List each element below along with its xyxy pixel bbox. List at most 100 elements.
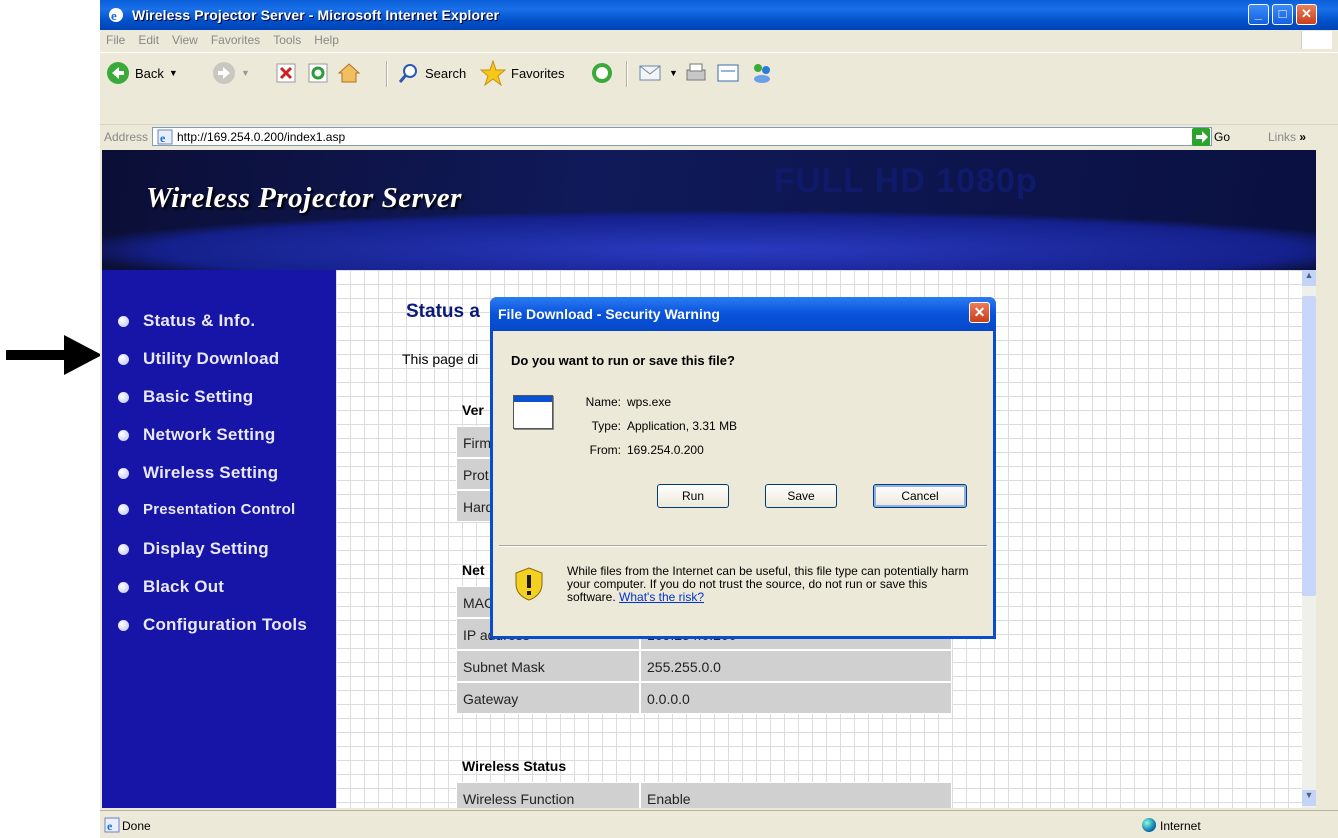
mail-dropdown-icon: ▼ [669,68,678,78]
nav-status-info[interactable]: Status & Info. [118,311,255,331]
file-name: wps.exe [627,395,672,409]
section-wireless: Wireless Status [462,758,567,774]
forward-dropdown-icon: ▼ [241,68,250,78]
refresh-button[interactable] [308,59,328,87]
row-key: Subnet Mask [456,650,640,682]
nav-presentation-control[interactable]: Presentation Control [118,501,295,518]
field-label: Name: [585,395,621,409]
svg-text:e: e [160,131,166,145]
favorites-label: Favorites [511,65,565,81]
table-row: Gateway 0.0.0.0 [456,682,952,714]
history-button[interactable] [590,59,614,87]
back-label: Back [135,65,164,81]
messenger-icon [754,64,770,83]
go-button[interactable]: Go [1192,128,1230,146]
status-text: Done [122,819,151,833]
edit-button[interactable] [716,59,740,87]
back-arrow-icon [107,62,129,84]
favorites-button[interactable]: Favorites [480,59,564,87]
row-key: Gateway [456,682,640,714]
sidebar-nav: Status & Info. Utility Download Basic Se… [102,270,336,808]
warning-shield-icon [515,567,543,601]
scroll-down-icon[interactable]: ▼ [1302,790,1316,806]
title-bar[interactable]: e Wireless Projector Server - Microsoft … [100,0,1338,30]
menu-view[interactable]: View [166,30,205,47]
links-label: Links [1268,130,1297,144]
cancel-button[interactable]: Cancel [873,484,967,508]
file-source: 169.254.0.200 [627,443,704,457]
home-button[interactable] [338,59,360,87]
search-label: Search [425,65,467,81]
nav-utility-download[interactable]: Utility Download [118,349,279,369]
print-button[interactable] [684,59,708,87]
field-label: Type: [591,419,621,433]
search-icon [398,64,417,83]
dialog-title: File Download - Security Warning [498,306,720,322]
table-row: Subnet Mask 255.255.0.0 [456,650,952,682]
nav-configuration-tools[interactable]: Configuration Tools [118,615,307,635]
whats-the-risk-link[interactable]: What's the risk? [619,590,704,604]
nav-black-out[interactable]: Black Out [118,577,224,597]
dialog-body: Do you want to run or save this file? Na… [493,331,993,636]
nav-wireless-setting[interactable]: Wireless Setting [118,463,278,483]
messenger-button[interactable] [750,59,774,87]
nav-label: Network Setting [143,425,276,444]
svg-text:e: e [111,8,117,23]
minimize-button[interactable]: _ [1248,4,1269,25]
maximize-button[interactable]: □ [1272,4,1293,25]
nav-label: Configuration Tools [143,615,308,634]
bullet-icon [118,467,129,479]
file-name-field: Name: wps.exe [553,395,671,409]
page-title: Status a [406,301,480,322]
forward-button[interactable]: ▼ [212,59,250,87]
section-version: Ver [462,402,484,418]
nav-label: Status & Info. [143,311,256,330]
nav-basic-setting[interactable]: Basic Setting [118,387,253,407]
mail-button[interactable]: ▼ [638,59,678,87]
table-row: Wireless Function Enable [456,782,952,808]
menu-file[interactable]: File [100,30,132,47]
close-button[interactable]: ✕ [1296,4,1317,25]
dialog-question: Do you want to run or save this file? [511,353,735,368]
security-zone: Internet [1160,819,1201,833]
row-value: Enable [640,782,952,808]
stop-button[interactable] [276,59,296,87]
menu-tools[interactable]: Tools [267,30,308,47]
bullet-icon [118,353,129,365]
bullet-icon [118,391,129,403]
status-bar: e Done Internet [100,810,1338,838]
save-button[interactable]: Save [765,484,837,508]
run-button[interactable]: Run [657,484,729,508]
back-button[interactable]: Back ▼ [106,59,178,87]
menu-help[interactable]: Help [308,30,346,47]
address-bar: Address e http://169.254.0.200/index1.as… [100,124,1338,149]
application-file-icon [513,395,553,429]
scroll-up-icon[interactable]: ▲ [1302,270,1316,286]
page-icon: e [157,129,173,145]
page-banner: Wireless Projector Server FULL HD 1080p [102,150,1316,270]
menu-bar: File Edit View Favorites Tools Help [100,30,1338,50]
dialog-close-button[interactable]: ✕ [969,302,990,323]
address-url: http://169.254.0.200/index1.asp [177,130,346,144]
bullet-icon [118,543,129,555]
nav-network-setting[interactable]: Network Setting [118,425,275,445]
search-button[interactable]: Search [398,59,466,87]
history-icon [592,63,612,83]
banner-subtitle: FULL HD 1080p [774,162,1038,200]
links-toolbar[interactable]: Links » [1268,130,1306,144]
home-icon [338,63,360,83]
nav-display-setting[interactable]: Display Setting [118,539,269,559]
address-input[interactable]: e http://169.254.0.200/index1.asp [152,127,1212,146]
internet-globe-icon [1142,818,1156,832]
bullet-icon [118,581,129,593]
vertical-scrollbar[interactable]: ▲ ▼ [1302,270,1316,808]
dialog-title-bar[interactable]: File Download - Security Warning ✕ [490,297,996,331]
menu-edit[interactable]: Edit [132,30,166,47]
scroll-thumb[interactable] [1302,296,1316,596]
file-type: Application, 3.31 MB [627,419,738,433]
menu-favorites[interactable]: Favorites [205,30,267,47]
section-network: Net [462,562,485,578]
bullet-icon [118,504,129,515]
arrow-pointer [6,335,102,375]
row-key: Wireless Function [456,782,640,808]
